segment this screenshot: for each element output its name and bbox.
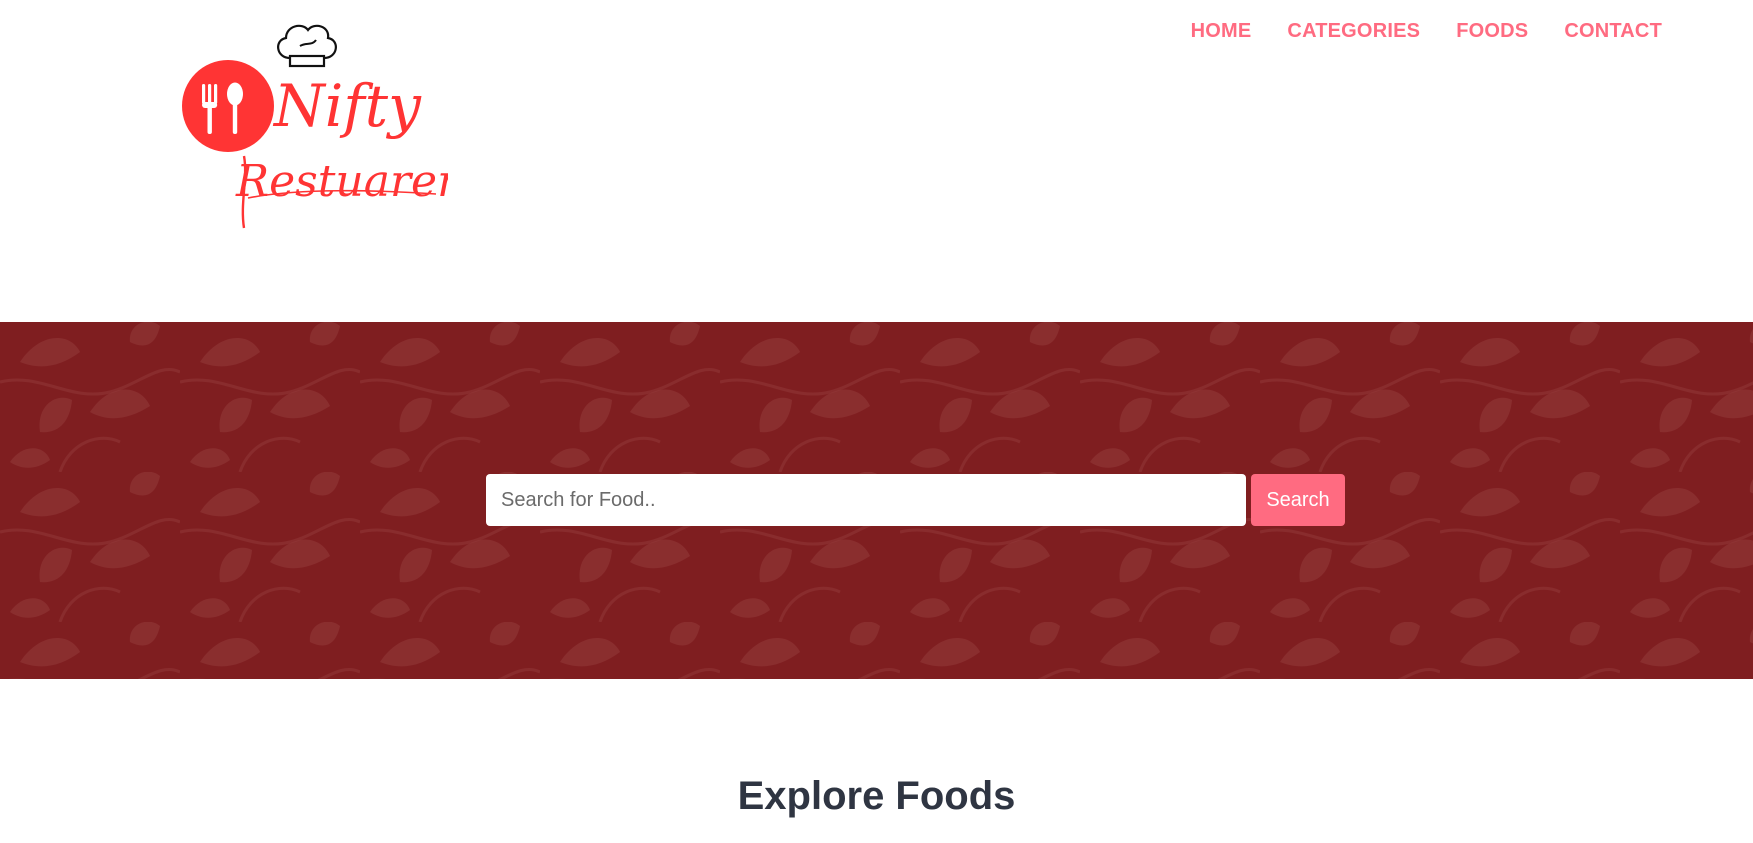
search-button[interactable]: Search bbox=[1251, 474, 1345, 526]
nav-contact[interactable]: CONTACT bbox=[1564, 19, 1662, 43]
search-form: Search bbox=[486, 474, 1345, 526]
svg-text:Nifty: Nifty bbox=[272, 72, 422, 140]
logo-graphic: Nifty Restuarents bbox=[182, 24, 448, 229]
site-logo[interactable]: Nifty Restuarents bbox=[178, 18, 448, 233]
section-title: Explore Foods bbox=[737, 774, 1016, 818]
food-search-input[interactable] bbox=[486, 474, 1246, 526]
explore-foods-section: Explore Foods bbox=[0, 679, 1753, 819]
nav-foods[interactable]: FOODS bbox=[1456, 19, 1528, 43]
svg-text:Restuarents: Restuarents bbox=[235, 156, 448, 207]
hero-search-section: Search bbox=[0, 322, 1753, 679]
nav-home[interactable]: HOME bbox=[1191, 19, 1252, 43]
nav-categories[interactable]: CATEGORIES bbox=[1287, 19, 1420, 43]
site-header: Nifty Restuarents HOME CATEGORIES FOODS … bbox=[0, 0, 1753, 322]
main-nav: HOME CATEGORIES FOODS CONTACT bbox=[1191, 19, 1662, 43]
